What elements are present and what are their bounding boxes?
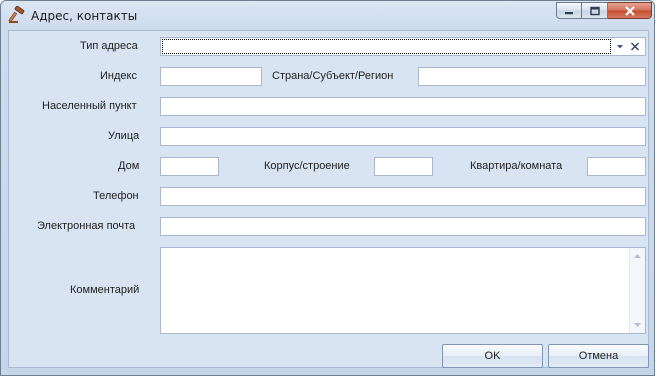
street-field[interactable] [160, 127, 646, 146]
locality-label: Населенный пункт [42, 100, 137, 112]
street-label: Улица [108, 130, 140, 142]
house-label: Дом [118, 160, 140, 172]
dialog-window: Адрес, контакты Тип адреса Индекс Страна… [0, 0, 655, 376]
comment-label: Комментарий [70, 284, 140, 296]
building-field[interactable] [374, 157, 433, 176]
minimize-button[interactable] [556, 2, 582, 19]
email-label: Электронная почта [37, 220, 136, 232]
ok-button[interactable]: OK [442, 344, 543, 368]
index-field[interactable] [160, 67, 262, 86]
address-type-combobox[interactable] [160, 37, 646, 56]
close-icon [624, 5, 635, 16]
form-area: Тип адреса Индекс Страна/Субъект/Регион … [8, 30, 649, 368]
index-label: Индекс [100, 70, 137, 82]
cancel-button[interactable]: Отмена [548, 344, 649, 368]
apartment-label: Квартира/комната [470, 160, 563, 172]
comment-scrollbar[interactable] [629, 248, 645, 333]
address-type-value [162, 39, 611, 54]
address-type-label: Тип адреса [80, 40, 138, 52]
scroll-up-icon [634, 254, 641, 258]
maximize-button[interactable] [582, 2, 608, 19]
phone-field[interactable] [160, 187, 646, 206]
caption-buttons [556, 2, 652, 20]
close-button[interactable] [608, 2, 652, 19]
chevron-down-icon[interactable] [614, 39, 626, 54]
clear-icon[interactable] [628, 39, 642, 54]
locality-field[interactable] [160, 97, 646, 116]
comment-textarea[interactable] [160, 247, 646, 334]
building-label: Корпус/строение [264, 160, 350, 172]
gavel-icon [8, 5, 26, 24]
phone-label: Телефон [93, 190, 139, 202]
title-bar[interactable]: Адрес, контакты [1, 1, 656, 29]
maximize-icon [589, 6, 600, 15]
email-field[interactable] [160, 217, 646, 236]
scroll-down-icon [634, 323, 641, 327]
minimize-icon [565, 11, 573, 14]
country-region-label: Страна/Субъект/Регион [272, 70, 394, 82]
house-field[interactable] [160, 157, 219, 176]
window-title: Адрес, контакты [31, 9, 138, 23]
apartment-field[interactable] [587, 157, 646, 176]
country-region-field[interactable] [418, 67, 646, 86]
